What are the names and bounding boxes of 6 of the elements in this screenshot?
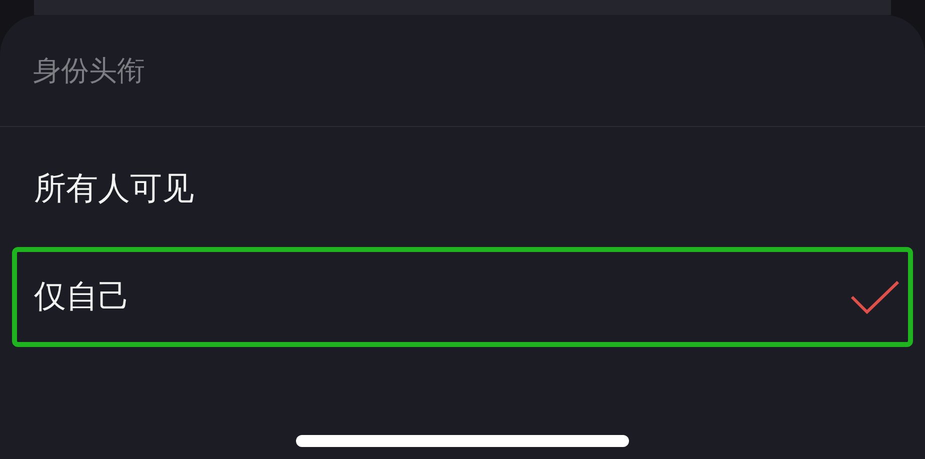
option-item[interactable]: 仅自己 xyxy=(12,247,913,347)
option-item[interactable]: 所有人可见 xyxy=(12,139,913,239)
checkmark-icon xyxy=(850,280,900,314)
option-label: 仅自己 xyxy=(34,276,130,317)
option-label: 所有人可见 xyxy=(34,168,194,209)
sheet-title: 身份头衔 xyxy=(0,15,925,127)
